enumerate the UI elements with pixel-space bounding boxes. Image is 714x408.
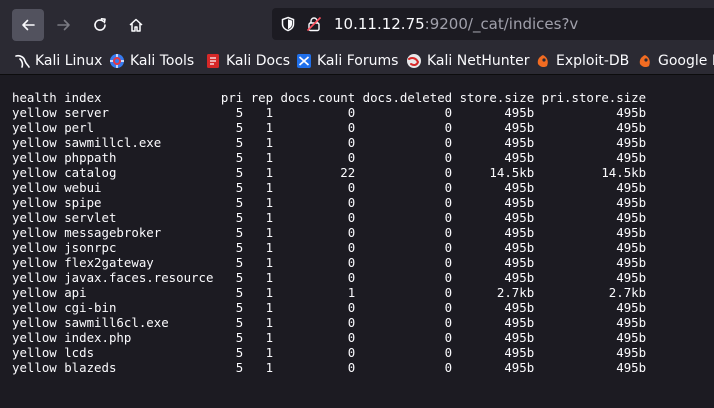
table-row: yellow sawmillcl.exe 5 1 0 0 495b 495b — [12, 135, 647, 150]
kali-dragon-icon — [15, 54, 30, 68]
table-row: yellow catalog 5 1 22 0 14.5kb 14.5kb — [12, 165, 647, 180]
bookmark-kali-docs[interactable]: Kali Docs — [205, 51, 290, 71]
tracking-protection-shield-icon[interactable] — [280, 16, 296, 32]
exploit-db-icon — [537, 55, 548, 68]
url-text[interactable]: 10.11.12.75:9200/_cat/indices?v — [334, 15, 578, 33]
insecure-lock-icon[interactable] — [306, 16, 322, 32]
table-row: yellow servlet 5 1 0 0 495b 495b — [12, 210, 647, 225]
bookmark-label: Kali Tools — [130, 53, 195, 69]
bookmark-google-hacking-db[interactable]: Google Hacking DB — [637, 51, 714, 71]
arrow-right-icon — [57, 19, 70, 31]
table-row: yellow jsonrpc 5 1 0 0 495b 495b — [12, 240, 647, 255]
bookmark-kali-nethunter[interactable]: Kali NetHunter — [406, 51, 529, 71]
bookmark-kali-forums[interactable]: Kali Forums — [296, 51, 398, 71]
url-bar[interactable]: 10.11.12.75:9200/_cat/indices?v — [272, 8, 714, 40]
kali-docs-icon — [207, 54, 219, 68]
kali-forums-icon — [297, 54, 311, 68]
bookmark-label: Kali Linux — [35, 53, 103, 69]
table-header: health index pri rep docs.count docs.del… — [12, 90, 647, 105]
table-row: yellow cgi-bin 5 1 0 0 495b 495b — [12, 300, 647, 315]
back-button[interactable] — [12, 9, 44, 41]
table-row: yellow api 5 1 1 0 2.7kb 2.7kb — [12, 285, 647, 300]
table-row: yellow messagebroker 5 1 0 0 495b 495b — [12, 225, 647, 240]
reload-button[interactable] — [84, 9, 116, 41]
table-row: yellow flex2gateway 5 1 0 0 495b 495b — [12, 255, 647, 270]
table-row: yellow spipe 5 1 0 0 495b 495b — [12, 195, 647, 210]
table-row: yellow webui 5 1 0 0 495b 495b — [12, 180, 647, 195]
forward-button[interactable] — [48, 9, 80, 41]
bookmark-label: Kali Docs — [226, 53, 291, 69]
bookmark-label: Kali NetHunter — [427, 53, 530, 69]
bookmark-label: Kali Forums — [317, 53, 399, 69]
table-row: yellow javax.faces.resource 5 1 0 0 495b… — [12, 270, 647, 285]
browser-toolbar: 10.11.12.75:9200/_cat/indices?v — [0, 0, 714, 48]
bookmark-label: Google Hacking DB — [658, 53, 714, 69]
home-button[interactable] — [120, 9, 152, 41]
bookmark-kali-tools[interactable]: Kali Tools — [109, 51, 194, 71]
table-row: yellow phppath 5 1 0 0 495b 495b — [12, 150, 647, 165]
table-row: yellow sawmill6cl.exe 5 1 0 0 495b 495b — [12, 315, 647, 330]
kali-tools-icon — [110, 54, 124, 68]
google-hacking-db-icon — [639, 55, 650, 68]
table-row: yellow blazeds 5 1 0 0 495b 495b — [12, 360, 647, 375]
home-icon — [129, 18, 143, 32]
bookmark-exploit-db[interactable]: Exploit-DB — [535, 51, 629, 71]
url-path: :9200/_cat/indices?v — [424, 15, 579, 33]
bookmark-label: Exploit-DB — [556, 53, 630, 69]
table-row: yellow server 5 1 0 0 495b 495b — [12, 105, 647, 120]
table-row: yellow index.php 5 1 0 0 495b 495b — [12, 330, 647, 345]
table-row: yellow lcds 5 1 0 0 495b 495b — [12, 345, 647, 360]
page-content: health index pri rep docs.count docs.del… — [0, 75, 714, 408]
kali-nethunter-icon — [407, 54, 421, 68]
arrow-left-icon — [22, 19, 35, 31]
bookmark-kali-linux[interactable]: Kali Linux — [14, 51, 102, 71]
url-host: 10.11.12.75 — [334, 15, 425, 33]
table-row: yellow perl 5 1 0 0 495b 495b — [12, 120, 647, 135]
reload-icon — [94, 18, 106, 31]
bookmarks-toolbar: Kali Linux Kali Tools Kali Docs Kali For… — [0, 48, 714, 75]
